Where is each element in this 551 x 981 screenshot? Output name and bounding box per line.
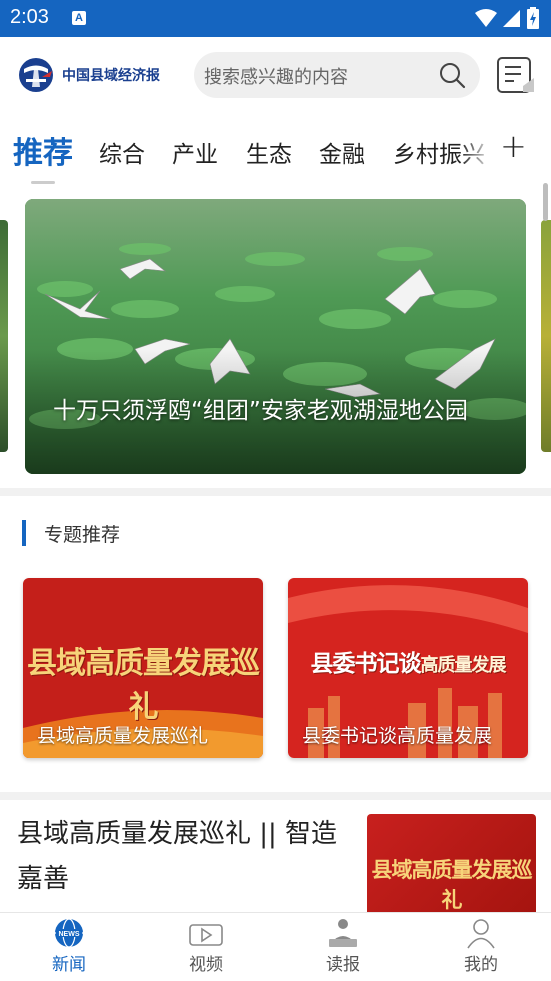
- tabs-fade: [460, 115, 494, 177]
- topic-banner-text: 县域高质量发展巡礼: [27, 646, 260, 725]
- status-time: 2:03: [10, 6, 49, 28]
- battery-icon: [527, 7, 539, 29]
- scrollbar-thumb[interactable]: [543, 183, 548, 221]
- carousel-slide[interactable]: 十万只须浮鸥“组团”安家老观湖湿地公园: [25, 199, 526, 474]
- tab-industry[interactable]: 产业: [172, 135, 218, 169]
- section-divider: [0, 792, 551, 800]
- tab-recommend[interactable]: 推荐: [13, 128, 73, 172]
- special-topics-title: 专题推荐: [44, 524, 121, 546]
- wetland-birds-image: [25, 199, 526, 474]
- carousel-next-slide[interactable]: [541, 220, 551, 452]
- tab-ecology[interactable]: 生态: [246, 135, 292, 169]
- topic-card-county-development[interactable]: 县域高质量发展巡礼 县域高质量发展巡礼: [23, 578, 263, 758]
- nav-reader[interactable]: 读报: [303, 917, 383, 979]
- tab-finance[interactable]: 金融: [319, 135, 365, 169]
- signal-icon: [503, 10, 520, 27]
- topic-caption: 县域高质量发展巡礼: [37, 725, 209, 747]
- search-placeholder: 搜索感兴趣的内容: [204, 67, 348, 88]
- bottom-navigation: NEWS 新闻 视频 读报 我的: [0, 912, 551, 981]
- app-header: 中国县域经济报 搜索感兴趣的内容: [0, 37, 551, 115]
- person-icon: [467, 919, 495, 949]
- section-accent-bar: [22, 520, 26, 546]
- newspaper-icon[interactable]: [496, 56, 536, 94]
- carousel-prev-slide[interactable]: [0, 220, 8, 452]
- news-thumb-text: 县域高质量发展巡礼: [371, 857, 533, 912]
- news-item-title[interactable]: 县域高质量发展巡礼 || 智造嘉善: [17, 812, 352, 902]
- section-divider: [0, 488, 551, 496]
- app-logo-text: 中国县域经济报: [62, 68, 160, 84]
- notification-icon: A: [72, 11, 86, 25]
- svg-text:NEWS: NEWS: [59, 931, 80, 938]
- tab-indicator: [31, 181, 55, 184]
- news-globe-icon: NEWS: [55, 918, 83, 948]
- wifi-icon: [475, 9, 497, 27]
- nav-news[interactable]: NEWS 新闻: [29, 917, 109, 979]
- tab-general[interactable]: 综合: [99, 135, 145, 169]
- nav-news-label: 新闻: [52, 955, 86, 975]
- status-bar: 2:03 A: [0, 0, 551, 37]
- reader-icon: [329, 919, 357, 947]
- topic-banner-text: 县委书记谈高质量发展: [310, 650, 507, 677]
- add-tab-button[interactable]: +: [500, 127, 527, 165]
- category-tabs: 推荐 综合 产业 生态 金融 乡村振兴 +: [0, 115, 551, 177]
- status-icons: [475, 7, 539, 29]
- topic-card-party-secretary[interactable]: 县委书记谈高质量发展 县委书记谈高质量发展: [288, 578, 528, 758]
- nav-profile-label: 我的: [464, 955, 498, 975]
- search-icon[interactable]: [438, 61, 466, 89]
- nav-video[interactable]: 视频: [166, 917, 246, 979]
- topic-caption: 县委书记谈高质量发展: [302, 725, 493, 747]
- nav-reader-label: 读报: [326, 955, 360, 975]
- app-logo-icon: [19, 58, 53, 92]
- news-item-thumbnail[interactable]: 县域高质量发展巡礼: [367, 814, 536, 914]
- hero-carousel[interactable]: 十万只须浮鸥“组团”安家老观湖湿地公园: [0, 190, 551, 490]
- video-icon: [189, 924, 223, 946]
- nav-video-label: 视频: [189, 955, 223, 975]
- nav-profile[interactable]: 我的: [441, 917, 521, 979]
- carousel-caption[interactable]: 十万只须浮鸥“组团”安家老观湖湿地公园: [53, 394, 503, 429]
- search-bar[interactable]: 搜索感兴趣的内容: [194, 52, 480, 98]
